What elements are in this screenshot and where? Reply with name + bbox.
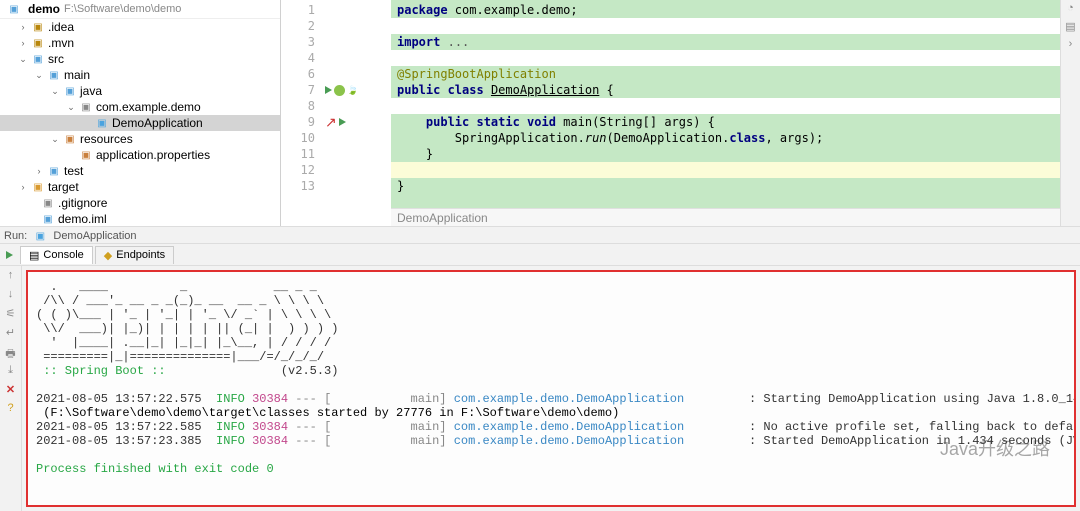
tree-item-DemoApplication[interactable]: ▣DemoApplication [0, 115, 280, 131]
code-line[interactable] [391, 162, 1080, 178]
tree-item-main[interactable]: ⌄▣main [0, 67, 280, 83]
file-icon: ▣ [47, 68, 61, 82]
tree-item-application-properties[interactable]: ▣application.properties [0, 147, 280, 163]
run-gutter-icon[interactable] [325, 86, 332, 94]
code-line[interactable]: package com.example.demo; [391, 2, 1080, 18]
project-name: demo [28, 2, 60, 16]
code-line[interactable]: import ... [391, 34, 1080, 50]
file-icon: ▣ [79, 148, 93, 162]
run-tabs: ▤ Console ◆ Endpoints [0, 244, 1080, 266]
code-line[interactable] [391, 98, 1080, 114]
file-icon: ▣ [31, 180, 45, 194]
tree-item-demo-iml[interactable]: ▣demo.iml [0, 211, 280, 226]
chevron-icon[interactable]: › [18, 182, 28, 192]
chevron-icon[interactable]: ⌄ [18, 54, 28, 65]
code-line[interactable]: SpringApplication.run(DemoApplication.cl… [391, 130, 1080, 146]
code-line[interactable] [391, 50, 1080, 66]
file-icon: ▣ [95, 116, 109, 130]
console-toolbar: ↑ ↓ ⚟ ↵ 🖶 ⤓ ✕ ? [0, 266, 22, 511]
scroll-icon[interactable]: ⤓ [3, 364, 19, 380]
nav-icon[interactable]: ▤ [1063, 20, 1079, 36]
tree-item--mvn[interactable]: ›▣.mvn [0, 35, 280, 51]
editor-right-gutter: ◔ ▤ › [1060, 0, 1080, 226]
code-line[interactable]: } [391, 178, 1080, 194]
tree-item-resources[interactable]: ⌄▣resources [0, 131, 280, 147]
project-tree[interactable]: ▣ demo F:\Software\demo\demo ›▣.idea›▣.m… [0, 0, 281, 226]
code-editor[interactable]: 1234678910111213 🍃↗ package com.example.… [281, 0, 1080, 226]
tree-item-target[interactable]: ›▣target [0, 179, 280, 195]
chevron-icon[interactable]: ⌄ [66, 102, 76, 113]
close-icon[interactable]: ✕ [3, 383, 19, 399]
help-icon[interactable]: ? [3, 402, 19, 418]
line-gutter: 1234678910111213 [281, 0, 321, 226]
chevron-icon[interactable]: › [18, 38, 28, 48]
run-toolwindow-header: Run: ▣ DemoApplication [0, 226, 1080, 244]
code-line[interactable]: @SpringBootApplication [391, 66, 1080, 82]
tree-item-com-example-demo[interactable]: ⌄▣com.example.demo [0, 99, 280, 115]
arrow-icon: ↗ [325, 114, 337, 131]
code-line[interactable]: public static void main(String[] args) { [391, 114, 1080, 130]
endpoints-icon: ◆ [104, 249, 112, 262]
code-line[interactable] [391, 18, 1080, 34]
rerun-button[interactable] [0, 246, 18, 264]
chevron-icon[interactable]: ⌄ [34, 70, 44, 81]
print-icon[interactable]: 🖶 [3, 345, 19, 361]
file-icon: ▣ [31, 52, 45, 66]
run-config-icon: ▣ [33, 230, 47, 244]
file-icon: ▣ [41, 196, 55, 210]
wrap-icon[interactable]: ↵ [3, 326, 19, 342]
file-icon: ▣ [31, 20, 45, 34]
file-icon: ▣ [41, 212, 55, 226]
run-config-name: DemoApplication [53, 230, 136, 242]
tree-item-java[interactable]: ⌄▣java [0, 83, 280, 99]
project-icon: ▣ [7, 2, 21, 16]
project-header: ▣ demo F:\Software\demo\demo [0, 0, 280, 19]
inspection-icon[interactable]: ◔ [1063, 2, 1079, 18]
filter-icon[interactable]: ⚟ [3, 307, 19, 323]
chevron-icon[interactable]: › [18, 22, 28, 32]
run-gutter-icon[interactable] [339, 118, 346, 126]
gutter-icons: 🍃↗ [321, 0, 391, 226]
up-icon[interactable]: ↑ [3, 269, 19, 285]
console-icon: ▤ [29, 249, 39, 262]
chevron-right-icon[interactable]: › [1063, 38, 1079, 54]
bean-icon[interactable] [334, 85, 345, 96]
project-path: F:\Software\demo\demo [64, 3, 181, 15]
tree-item--idea[interactable]: ›▣.idea [0, 19, 280, 35]
tree-item-test[interactable]: ›▣test [0, 163, 280, 179]
file-icon: ▣ [47, 164, 61, 178]
down-icon[interactable]: ↓ [3, 288, 19, 304]
file-icon: ▣ [63, 132, 77, 146]
chevron-icon[interactable]: ⌄ [50, 134, 60, 145]
chevron-icon[interactable]: › [34, 166, 44, 176]
editor-breadcrumb[interactable]: DemoApplication [391, 208, 1080, 226]
file-icon: ▣ [31, 36, 45, 50]
tab-endpoints[interactable]: ◆ Endpoints [95, 246, 174, 264]
file-icon: ▣ [63, 84, 77, 98]
code-line[interactable]: public class DemoApplication { [391, 82, 1080, 98]
console-output[interactable]: . ____ _ __ _ _ /\\ / ___'_ __ _ _(_)_ _… [26, 270, 1076, 507]
tree-item-src[interactable]: ⌄▣src [0, 51, 280, 67]
chevron-icon[interactable]: ⌄ [50, 86, 60, 97]
code-line[interactable]: } [391, 146, 1080, 162]
tree-item--gitignore[interactable]: ▣.gitignore [0, 195, 280, 211]
file-icon: ▣ [79, 100, 93, 114]
tab-console[interactable]: ▤ Console [20, 246, 93, 264]
